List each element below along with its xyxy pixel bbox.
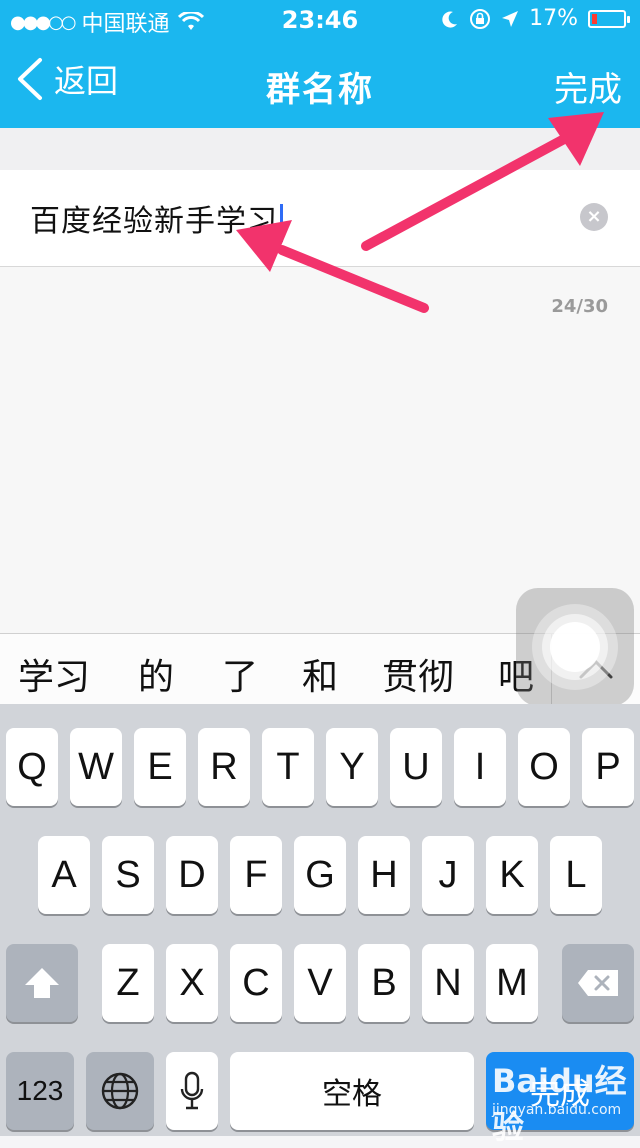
moon-icon bbox=[442, 11, 458, 28]
key-h[interactable]: H bbox=[358, 836, 410, 914]
done-button[interactable]: 完成 bbox=[554, 62, 622, 111]
key-e[interactable]: E bbox=[134, 728, 186, 806]
key-p[interactable]: P bbox=[582, 728, 634, 806]
key-y[interactable]: Y bbox=[326, 728, 378, 806]
key-q[interactable]: Q bbox=[6, 728, 58, 806]
status-bar: ●●●○○ 中国联通 23:46 17% bbox=[0, 0, 640, 40]
key-c[interactable]: C bbox=[230, 944, 282, 1022]
key-s[interactable]: S bbox=[102, 836, 154, 914]
space-key[interactable]: 空格 bbox=[230, 1052, 474, 1130]
character-counter: 24/30 bbox=[551, 296, 608, 317]
navigation-bar: 返回 群名称 完成 bbox=[0, 40, 640, 128]
watermark-url: jingyan.baidu.com bbox=[492, 1102, 622, 1118]
location-icon bbox=[502, 10, 519, 27]
key-v[interactable]: V bbox=[294, 944, 346, 1022]
key-g[interactable]: G bbox=[294, 836, 346, 914]
key-a[interactable]: A bbox=[38, 836, 90, 914]
group-name-field[interactable]: 百度经验新手学习 × bbox=[0, 170, 640, 267]
delete-icon bbox=[578, 970, 618, 996]
rotation-lock-icon bbox=[470, 8, 491, 29]
numbers-key[interactable]: 123 bbox=[6, 1052, 74, 1130]
key-k[interactable]: K bbox=[486, 836, 538, 914]
battery-icon bbox=[588, 9, 630, 28]
candidate-word[interactable]: 的 bbox=[138, 648, 174, 700]
key-w[interactable]: W bbox=[70, 728, 122, 806]
page-title: 群名称 bbox=[266, 70, 374, 110]
key-l[interactable]: L bbox=[550, 836, 602, 914]
key-n[interactable]: N bbox=[422, 944, 474, 1022]
assistive-ring bbox=[550, 622, 600, 672]
candidate-word[interactable]: 贯彻 bbox=[382, 648, 454, 700]
key-j[interactable]: J bbox=[422, 836, 474, 914]
key-u[interactable]: U bbox=[390, 728, 442, 806]
key-z[interactable]: Z bbox=[102, 944, 154, 1022]
header: ●●●○○ 中国联通 23:46 17% 返回 群名称 完成 bbox=[0, 0, 640, 128]
group-name-input[interactable]: 百度经验新手学习 bbox=[30, 196, 283, 242]
group-name-value: 百度经验新手学习 bbox=[30, 204, 278, 239]
shift-key[interactable] bbox=[6, 944, 78, 1022]
candidate-word[interactable]: 了 bbox=[222, 648, 258, 700]
microphone-key[interactable] bbox=[166, 1052, 218, 1130]
key-x[interactable]: X bbox=[166, 944, 218, 1022]
status-right: 17% bbox=[441, 6, 630, 31]
battery-percent: 17% bbox=[529, 6, 578, 31]
key-r[interactable]: R bbox=[198, 728, 250, 806]
text-caret bbox=[280, 203, 283, 242]
globe-key[interactable] bbox=[86, 1052, 154, 1130]
key-t[interactable]: T bbox=[262, 728, 314, 806]
key-d[interactable]: D bbox=[166, 836, 218, 914]
shift-icon bbox=[25, 968, 59, 998]
battery-level bbox=[592, 13, 597, 24]
key-b[interactable]: B bbox=[358, 944, 410, 1022]
key-i[interactable]: I bbox=[454, 728, 506, 806]
candidate-word[interactable]: 和 bbox=[302, 648, 338, 700]
assistive-touch-button[interactable] bbox=[516, 588, 634, 706]
key-o[interactable]: O bbox=[518, 728, 570, 806]
microphone-icon bbox=[180, 1071, 204, 1110]
section-spacer bbox=[0, 128, 640, 171]
key-f[interactable]: F bbox=[230, 836, 282, 914]
clear-icon[interactable]: × bbox=[580, 203, 608, 231]
baidu-watermark: Baidu经验 jingyan.baidu.com bbox=[486, 1050, 636, 1146]
content-background bbox=[0, 267, 640, 633]
globe-icon bbox=[101, 1072, 139, 1110]
candidate-word[interactable]: 学习 bbox=[18, 648, 90, 700]
delete-key[interactable] bbox=[562, 944, 634, 1022]
key-m[interactable]: M bbox=[486, 944, 538, 1022]
